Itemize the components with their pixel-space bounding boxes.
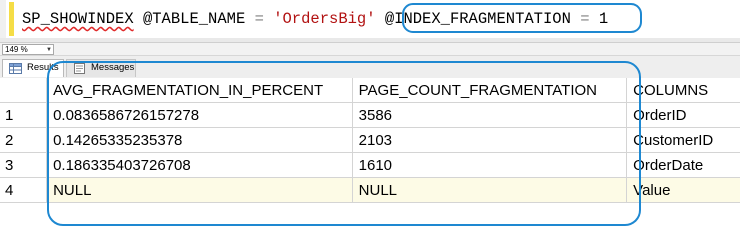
equals-operator: = bbox=[254, 10, 264, 28]
param-table-name: @TABLE_NAME bbox=[142, 10, 246, 28]
tab-messages-label: Messages bbox=[91, 62, 135, 73]
grid-icon bbox=[9, 63, 22, 74]
corner-cell[interactable] bbox=[0, 78, 48, 103]
chevron-down-icon[interactable]: ▼ bbox=[46, 47, 52, 53]
results-table: AVG_FRAGMENTATION_IN_PERCENT PAGE_COUNT_… bbox=[0, 78, 740, 203]
zoom-bar: 149 % ▼ bbox=[0, 42, 740, 56]
table-row: 3 0.186335403726708 1610 OrderDate bbox=[0, 152, 740, 178]
table-cell[interactable]: CustomerID bbox=[626, 127, 740, 153]
table-cell[interactable]: NULL bbox=[352, 177, 628, 203]
table-cell[interactable]: 3586 bbox=[352, 102, 628, 128]
column-header[interactable]: PAGE_COUNT_FRAGMENTATION bbox=[352, 78, 628, 103]
tab-results-label: Results bbox=[27, 62, 59, 73]
table-cell[interactable]: OrderID bbox=[626, 102, 740, 128]
row-number[interactable]: 3 bbox=[0, 152, 48, 178]
table-cell[interactable]: 0.0836586726157278 bbox=[46, 102, 353, 128]
column-header[interactable]: COLUMNS bbox=[626, 78, 740, 103]
param-table-value: 'OrdersBig' bbox=[273, 10, 376, 28]
table-row: 4 NULL NULL Value bbox=[0, 177, 740, 203]
tab-messages[interactable]: Messages bbox=[66, 59, 136, 77]
change-indicator-bar bbox=[9, 2, 14, 36]
query-editor[interactable]: SP_SHOWINDEX @TABLE_NAME = 'OrdersBig' @… bbox=[0, 0, 740, 42]
tab-results[interactable]: Results bbox=[2, 59, 64, 77]
table-cell[interactable]: OrderDate bbox=[626, 152, 740, 178]
zoom-value: 149 % bbox=[5, 45, 28, 54]
row-number[interactable]: 2 bbox=[0, 127, 48, 153]
table-row: 2 0.14265335235378 2103 CustomerID bbox=[0, 127, 740, 153]
table-cell[interactable]: 1610 bbox=[352, 152, 628, 178]
table-row: 1 0.0836586726157278 3586 OrderID bbox=[0, 102, 740, 128]
table-cell[interactable]: Value bbox=[626, 177, 740, 203]
table-cell[interactable]: 0.186335403726708 bbox=[46, 152, 353, 178]
results-tabstrip: Results Messages bbox=[0, 56, 740, 78]
messages-icon bbox=[74, 63, 85, 74]
zoom-select[interactable]: 149 % ▼ bbox=[2, 44, 54, 55]
highlight-callout-parameter bbox=[402, 3, 642, 33]
column-header[interactable]: AVG_FRAGMENTATION_IN_PERCENT bbox=[46, 78, 353, 103]
table-cell[interactable]: 0.14265335235378 bbox=[46, 127, 353, 153]
results-grid[interactable]: AVG_FRAGMENTATION_IN_PERCENT PAGE_COUNT_… bbox=[0, 78, 740, 245]
table-cell[interactable]: 2103 bbox=[352, 127, 628, 153]
header-row: AVG_FRAGMENTATION_IN_PERCENT PAGE_COUNT_… bbox=[0, 78, 740, 103]
row-number[interactable]: 4 bbox=[0, 177, 48, 203]
editor-gutter bbox=[0, 0, 6, 42]
table-cell[interactable]: NULL bbox=[46, 177, 353, 203]
procedure-name: SP_SHOWINDEX bbox=[22, 10, 134, 28]
row-number[interactable]: 1 bbox=[0, 102, 48, 128]
